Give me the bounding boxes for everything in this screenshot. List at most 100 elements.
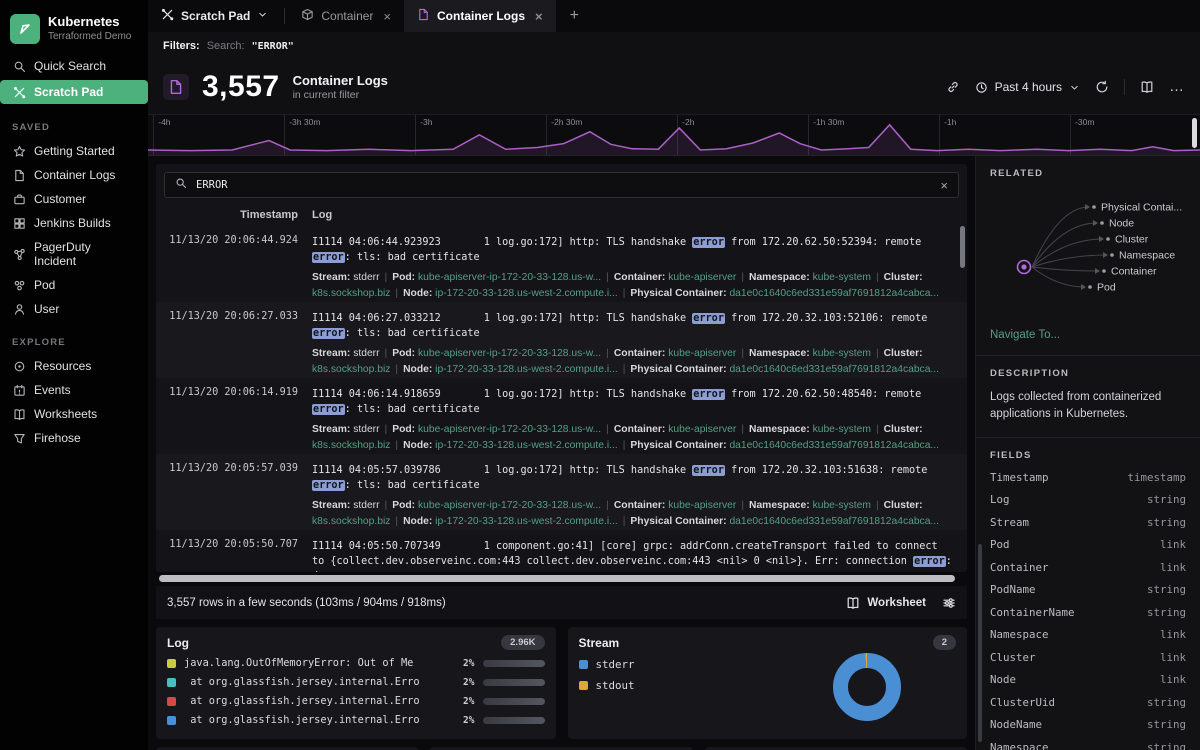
log-card-row[interactable]: java.lang.OutOfMemoryError: Out of Me2% (167, 657, 545, 669)
log-column-header[interactable]: Log (298, 209, 967, 221)
sidebar-item-user[interactable]: User (0, 297, 148, 321)
meta-value: stderr (353, 424, 379, 435)
sidebar-item-quick-search[interactable]: Quick Search (0, 54, 148, 78)
sidebar-item-events[interactable]: Events (0, 378, 148, 402)
field-row[interactable]: Containerlink (990, 561, 1186, 574)
add-tab-button[interactable]: + (556, 0, 593, 32)
field-row[interactable]: Clusterlink (990, 651, 1186, 664)
sidebar-item-getting-started[interactable]: Getting Started (0, 139, 148, 163)
meta-link[interactable]: k8s.sockshop.biz (312, 364, 390, 375)
meta-link[interactable]: kube-apiserver-ip-172-20-33-128.us-w... (418, 348, 601, 359)
table-vertical-scrollbar[interactable] (960, 226, 965, 268)
field-row[interactable]: Nodelink (990, 673, 1186, 686)
tab-container[interactable]: Container× (288, 0, 404, 32)
sidebar-item-worksheets[interactable]: Worksheets (0, 402, 148, 426)
hscroll-thumb[interactable] (159, 575, 955, 582)
log-summary-card[interactable]: Log 2.96K java.lang.OutOfMemoryError: Ou… (156, 627, 556, 739)
field-row[interactable]: Streamstring (990, 516, 1186, 529)
filter-search-value[interactable]: "ERROR" (252, 41, 294, 52)
log-card-row[interactable]: at org.glassfish.jersey.internal.Erro2% (167, 676, 545, 688)
stream-summary-card[interactable]: Stream 2 stderrstdout (568, 627, 968, 739)
row-metadata: Stream: stderr|Pod: kube-apiserver-ip-17… (312, 498, 953, 530)
timestamp-column-header[interactable]: Timestamp (156, 209, 298, 221)
row-timestamp: 11/13/20 20:05:50.707 (156, 539, 298, 572)
meta-link[interactable]: kube-system (813, 348, 871, 359)
sidebar-item-firehose[interactable]: Firehose (0, 426, 148, 450)
meta-link[interactable]: kube-apiserver-ip-172-20-33-128.us-w... (418, 272, 601, 283)
related-graph[interactable]: Physical Contai...NodeClusterNamespaceCo… (990, 181, 1187, 327)
log-table-row[interactable]: 11/13/20 20:06:14.919I1114 04:06:14.9186… (156, 378, 967, 454)
meta-link[interactable]: da1e0c1640c6ed331e59af7691812a4cabca... (729, 440, 939, 451)
workspace-switcher[interactable]: Kubernetes Terraformed Demo (0, 10, 148, 54)
sidebar-item-resources[interactable]: Resources (0, 354, 148, 378)
meta-link[interactable]: kube-apiserver (668, 500, 736, 511)
meta-link[interactable]: ip-172-20-33-128.us-west-2.compute.i... (435, 516, 618, 527)
meta-value: stderr (353, 348, 379, 359)
field-row[interactable]: Logstring (990, 493, 1186, 506)
error-highlight: error (312, 328, 345, 339)
field-row[interactable]: Namespacelink (990, 628, 1186, 641)
field-row[interactable]: Timestamptimestamp (990, 471, 1186, 484)
search-input[interactable]: ERROR (196, 179, 931, 191)
log-table-row[interactable]: 11/13/20 20:06:27.033I1114 04:06:27.0332… (156, 302, 967, 378)
meta-link[interactable]: k8s.sockshop.biz (312, 440, 390, 451)
tab-container-logs[interactable]: Container Logs× (404, 0, 556, 32)
share-link-icon[interactable] (946, 80, 960, 94)
meta-link[interactable]: k8s.sockshop.biz (312, 516, 390, 527)
sidebar-item-container-logs[interactable]: Container Logs (0, 163, 148, 187)
field-row[interactable]: ContainerNamestring (990, 606, 1186, 619)
meta-link[interactable]: kube-system (813, 272, 871, 283)
meta-link[interactable]: k8s.sockshop.biz (312, 288, 390, 299)
more-options-button[interactable]: … (1169, 82, 1185, 92)
log-table-row[interactable]: 11/13/20 20:05:50.707I1114 04:05:50.7073… (156, 530, 967, 572)
field-name: Stream (990, 516, 1029, 529)
time-histogram[interactable]: -4h-3h 30m-3h-2h 30m-2h-1h 30m-1h-30m (148, 114, 1200, 156)
sidebar-item-jenkins-builds[interactable]: Jenkins Builds (0, 211, 148, 235)
log-table-row[interactable]: 11/13/20 20:05:57.039I1114 04:05:57.0397… (156, 454, 967, 530)
refresh-icon[interactable] (1095, 80, 1109, 94)
log-card-row[interactable]: at org.glassfish.jersey.internal.Erro2% (167, 714, 545, 726)
meta-link[interactable]: ip-172-20-33-128.us-west-2.compute.i... (435, 440, 618, 451)
scratchpad-dropdown[interactable]: Scratch Pad (148, 0, 281, 32)
saved-section-label: SAVED (0, 106, 148, 139)
meta-link[interactable]: kube-apiserver (668, 348, 736, 359)
sidebar-item-pagerduty-incident[interactable]: PagerDuty Incident (0, 235, 148, 273)
sidebar-item-pod[interactable]: Pod (0, 273, 148, 297)
meta-link[interactable]: da1e0c1640c6ed331e59af7691812a4cabca... (729, 364, 939, 375)
navigate-to-link[interactable]: Navigate To... (990, 329, 1186, 341)
time-range-picker[interactable]: Past 4 hours (975, 80, 1080, 94)
meta-link[interactable]: ip-172-20-33-128.us-west-2.compute.i... (435, 364, 618, 375)
meta-link[interactable]: kube-apiserver-ip-172-20-33-128.us-w... (418, 500, 601, 511)
table-horizontal-scrollbar[interactable] (156, 575, 967, 583)
worksheet-icon[interactable] (1140, 80, 1154, 94)
meta-link[interactable]: kube-system (813, 424, 871, 435)
meta-link[interactable]: kube-apiserver-ip-172-20-33-128.us-w... (418, 424, 601, 435)
meta-link[interactable]: kube-apiserver (668, 424, 736, 435)
close-tab-icon[interactable]: × (383, 9, 391, 24)
log-search-box[interactable]: ERROR × (164, 172, 959, 198)
field-name: NodeName (990, 718, 1042, 731)
field-row[interactable]: NodeNamestring (990, 718, 1186, 731)
meta-link[interactable]: kube-system (813, 500, 871, 511)
meta-link[interactable]: da1e0c1640c6ed331e59af7691812a4cabca... (729, 516, 939, 527)
funnel-icon (12, 432, 26, 445)
open-worksheet-button[interactable]: Worksheet (846, 596, 926, 610)
meta-link[interactable]: ip-172-20-33-128.us-west-2.compute.i... (435, 288, 618, 299)
log-table-row[interactable]: 11/13/20 20:06:44.924I1114 04:06:44.9239… (156, 226, 967, 302)
sidebar-item-scratch-pad[interactable]: Scratch Pad (0, 80, 148, 104)
table-settings-icon[interactable] (942, 596, 956, 610)
timeline-scrollbar[interactable] (1192, 118, 1197, 148)
field-row[interactable]: ClusterUidstring (990, 696, 1186, 709)
clear-search-icon[interactable]: × (940, 178, 948, 193)
fields-section: FIELDS TimestamptimestampLogstringStream… (976, 438, 1200, 750)
close-tab-icon[interactable]: × (535, 9, 543, 24)
svg-text:Physical Contai...: Physical Contai... (1101, 202, 1182, 214)
meta-link[interactable]: kube-apiserver (668, 272, 736, 283)
log-card-row[interactable]: at org.glassfish.jersey.internal.Erro2% (167, 695, 545, 707)
field-row[interactable]: PodNamestring (990, 583, 1186, 596)
log-value-bar (483, 679, 545, 686)
field-row[interactable]: Podlink (990, 538, 1186, 551)
field-row[interactable]: Namespacestring (990, 741, 1186, 750)
sidebar-item-customer[interactable]: Customer (0, 187, 148, 211)
meta-link[interactable]: da1e0c1640c6ed331e59af7691812a4cabca... (729, 288, 939, 299)
